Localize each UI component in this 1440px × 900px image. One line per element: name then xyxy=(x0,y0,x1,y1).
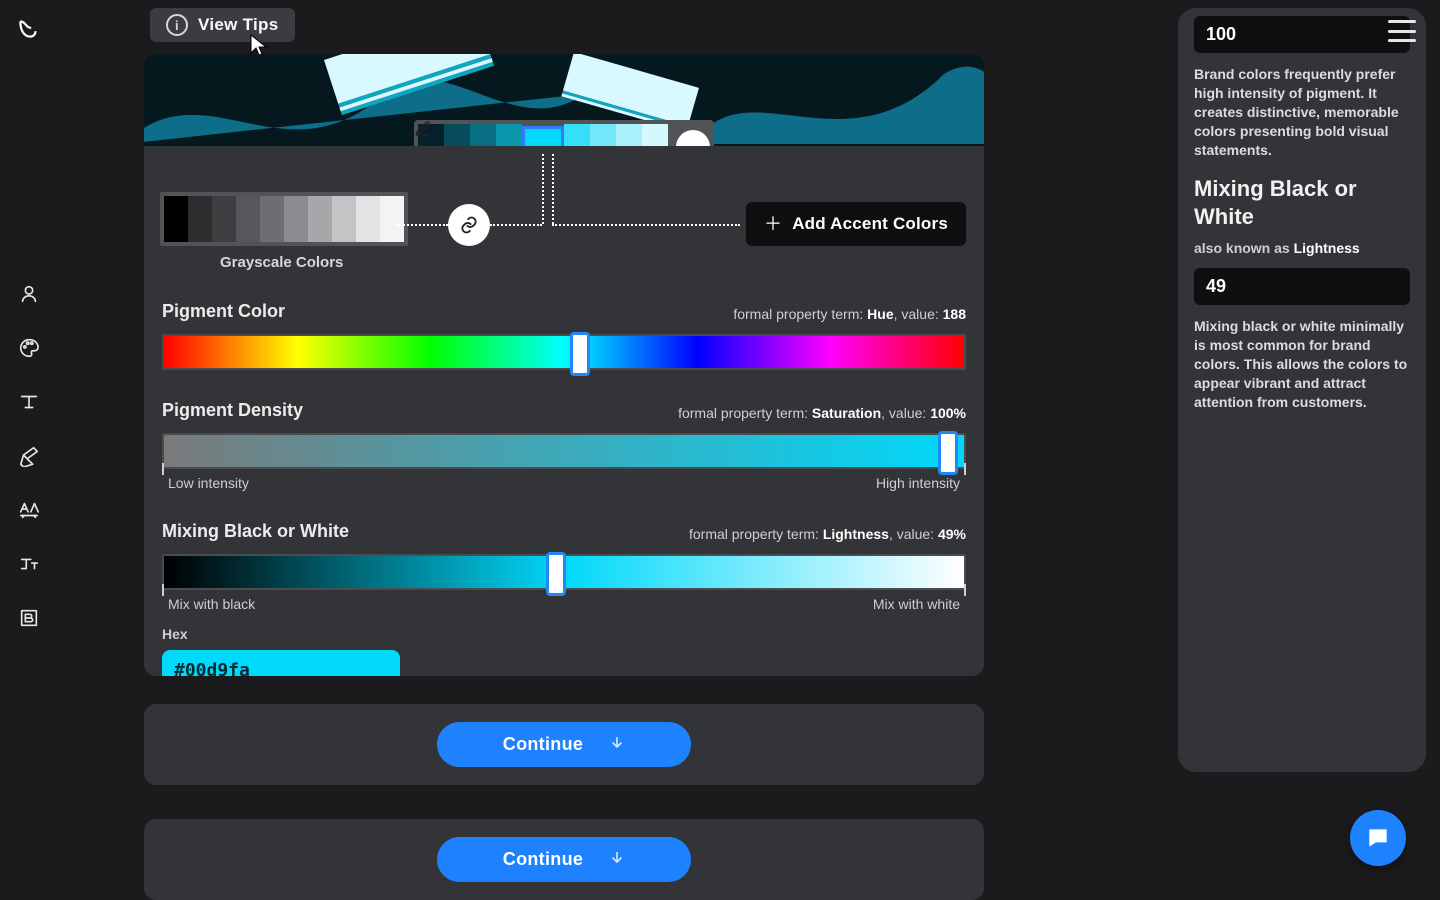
sat-right-label: High intensity xyxy=(876,475,960,491)
palette-swatch[interactable] xyxy=(522,126,564,146)
light-meta: formal property term: Lightness, value: … xyxy=(689,526,966,542)
nav-pen[interactable] xyxy=(9,436,49,476)
light-thumb[interactable] xyxy=(546,552,566,596)
sat-slider[interactable] xyxy=(162,433,966,469)
grayscale-swatch[interactable] xyxy=(332,196,356,242)
nav-user[interactable] xyxy=(9,274,49,314)
grayscale-swatch[interactable] xyxy=(188,196,212,242)
add-accent-label: Add Accent Colors xyxy=(792,214,948,234)
link-icon[interactable] xyxy=(448,204,490,246)
hue-thumb[interactable] xyxy=(570,332,590,376)
tips-light-sub: also known as Lightness xyxy=(1194,240,1410,256)
nav-kerning[interactable] xyxy=(9,490,49,530)
hex-input[interactable]: #00d9fa xyxy=(162,650,400,676)
nav-text-size[interactable] xyxy=(9,544,49,584)
grayscale-swatch[interactable] xyxy=(212,196,236,242)
edit-palette-icon[interactable] xyxy=(676,130,710,146)
grayscale-swatch[interactable] xyxy=(164,196,188,242)
view-tips-button[interactable]: i View Tips xyxy=(150,8,295,42)
info-icon: i xyxy=(166,14,188,36)
color-editor-card: Grayscale Colors ＋ Add Accent Colors Pig… xyxy=(144,54,984,676)
light-left-label: Mix with black xyxy=(168,596,255,612)
light-title: Mixing Black or White xyxy=(162,521,349,542)
continue-button[interactable]: Continue xyxy=(437,837,691,882)
palette-swatches xyxy=(414,120,714,146)
grayscale-swatch[interactable] xyxy=(356,196,380,242)
continue-button[interactable]: Continue xyxy=(437,722,691,767)
grayscale-swatch[interactable] xyxy=(260,196,284,242)
grayscale-swatch[interactable] xyxy=(380,196,404,242)
grayscale-label: Grayscale Colors xyxy=(220,254,966,271)
tips-light-field[interactable]: 49 xyxy=(1194,268,1410,305)
chat-fab[interactable] xyxy=(1350,810,1406,866)
tips-density-field[interactable]: 100 xyxy=(1194,16,1410,53)
add-accent-button[interactable]: ＋ Add Accent Colors xyxy=(746,202,966,246)
tips-light-text: Mixing black or white minimally is most … xyxy=(1194,317,1410,411)
nav-type[interactable] xyxy=(9,382,49,422)
sat-meta: formal property term: Saturation, value:… xyxy=(678,405,966,421)
hex-label: Hex xyxy=(162,626,966,642)
sat-left-label: Low intensity xyxy=(168,475,249,491)
nav-palette[interactable] xyxy=(9,328,49,368)
tips-density-text: Brand colors frequently prefer high inte… xyxy=(1194,65,1410,159)
palette-swatch[interactable] xyxy=(590,124,616,146)
light-slider[interactable] xyxy=(162,554,966,590)
grayscale-swatch[interactable] xyxy=(236,196,260,242)
palette-swatch[interactable] xyxy=(642,124,668,146)
tips-light-heading: Mixing Black or White xyxy=(1194,175,1410,230)
connector-line xyxy=(552,154,554,224)
grayscale-swatch[interactable] xyxy=(308,196,332,242)
palette-swatch[interactable] xyxy=(564,124,590,146)
nav-bold[interactable] xyxy=(9,598,49,638)
grayscale-swatches xyxy=(160,192,408,246)
hue-meta: formal property term: Hue, value: 188 xyxy=(733,306,966,322)
hue-slider[interactable] xyxy=(162,334,966,370)
continue-section-2: Continue xyxy=(144,819,984,900)
plus-icon: ＋ xyxy=(764,215,782,233)
connector-line xyxy=(490,224,542,226)
sat-thumb[interactable] xyxy=(938,431,958,475)
arrow-down-icon xyxy=(609,850,625,870)
hue-title: Pigment Color xyxy=(162,301,285,322)
hero-preview xyxy=(144,54,984,146)
connector-line xyxy=(396,224,448,226)
tips-panel: 100 Brand colors frequently prefer high … xyxy=(1178,8,1426,772)
sat-title: Pigment Density xyxy=(162,400,303,421)
grayscale-swatch[interactable] xyxy=(284,196,308,242)
arrow-down-icon xyxy=(609,735,625,755)
palette-swatch[interactable] xyxy=(470,124,496,146)
light-right-label: Mix with white xyxy=(873,596,960,612)
app-logo[interactable] xyxy=(14,14,44,44)
menu-button[interactable] xyxy=(1388,20,1416,42)
palette-swatch[interactable] xyxy=(496,124,522,146)
palette-swatch[interactable] xyxy=(616,124,642,146)
palette-swatch[interactable] xyxy=(444,124,470,146)
connector-line xyxy=(552,224,740,226)
view-tips-label: View Tips xyxy=(198,15,279,35)
connector-line xyxy=(542,154,544,224)
continue-section-1: Continue xyxy=(144,704,984,785)
